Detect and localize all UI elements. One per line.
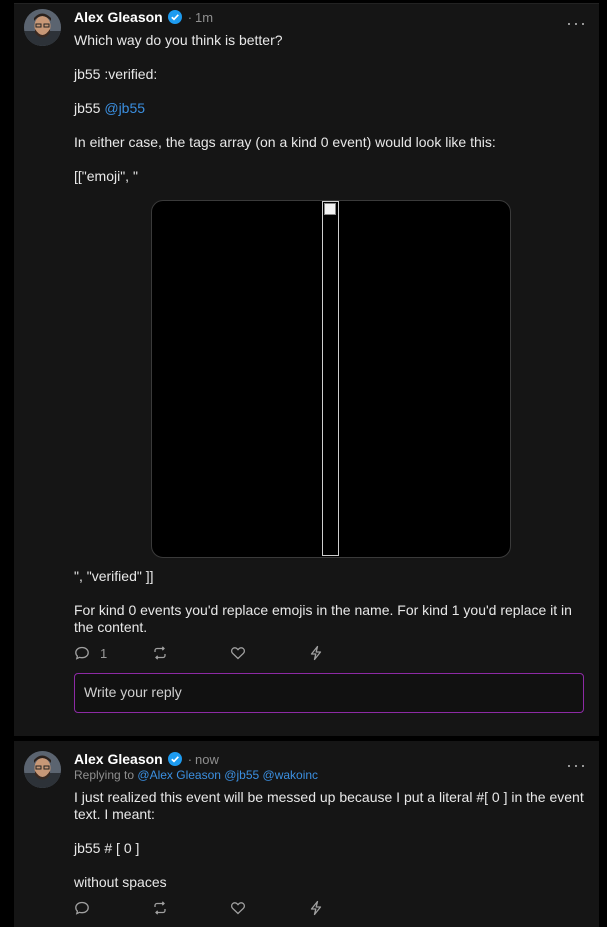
- post-time[interactable]: 1m: [195, 10, 213, 25]
- repost-button[interactable]: [152, 645, 230, 661]
- post-actions: [74, 899, 386, 917]
- media-embed[interactable]: [151, 200, 511, 558]
- text-prefix: jb55: [74, 100, 105, 116]
- repost-icon: [154, 901, 166, 915]
- post-text-line: jb55 @jb55: [74, 100, 584, 117]
- more-options-icon[interactable]: ···: [566, 14, 587, 32]
- post-header: Alex Gleason · 1m: [74, 7, 213, 27]
- replying-to: Replying to @Alex Gleason @jb55 @wakoinc: [74, 768, 318, 782]
- post-card: Alex Gleason · 1m ··· Which way do you t…: [14, 3, 599, 736]
- like-button[interactable]: [230, 645, 308, 661]
- avatar[interactable]: [24, 9, 61, 46]
- mention-link[interactable]: @Alex Gleason: [137, 768, 221, 782]
- mention-link[interactable]: @wakoinc: [263, 768, 319, 782]
- heart-icon: [230, 647, 246, 660]
- more-options-icon[interactable]: ···: [566, 756, 587, 774]
- author-name[interactable]: Alex Gleason: [74, 9, 163, 25]
- avatar-image: [24, 751, 61, 788]
- repost-button[interactable]: [152, 900, 230, 916]
- post-card: Alex Gleason · now ··· Replying to @Alex…: [14, 741, 599, 927]
- post-time[interactable]: now: [195, 752, 219, 767]
- separator-dot: ·: [187, 9, 193, 25]
- post-text-line: jb55 # [ 0 ]: [74, 840, 140, 856]
- reply-button[interactable]: [74, 900, 152, 916]
- heart-icon: [230, 902, 246, 915]
- broken-image-icon: [324, 203, 336, 215]
- avatar-image: [24, 9, 61, 46]
- post-actions: 1: [74, 644, 386, 662]
- post-text-line: [["emoji", ": [74, 168, 138, 184]
- repost-icon: [154, 646, 166, 660]
- mention-link[interactable]: @jb55: [224, 768, 259, 782]
- author-name[interactable]: Alex Gleason: [74, 751, 163, 767]
- separator-dot: ·: [187, 751, 193, 767]
- post-text-paragraph: I just realized this event will be messe…: [74, 789, 588, 822]
- replying-label: Replying to: [74, 768, 135, 782]
- post-text-line: ", "verified" ]]: [74, 568, 154, 584]
- post-text-paragraph: For kind 0 events you'd replace emojis i…: [74, 602, 576, 635]
- like-button[interactable]: [230, 900, 308, 916]
- lightning-icon: [310, 900, 322, 916]
- post-text-line: jb55 :verified:: [74, 66, 158, 82]
- lightning-icon: [310, 645, 322, 661]
- zap-button[interactable]: [308, 900, 386, 916]
- post-text-line: without spaces: [74, 874, 167, 890]
- reply-button[interactable]: 1: [74, 645, 152, 661]
- post-header: Alex Gleason · now: [74, 749, 219, 769]
- reply-input[interactable]: Write your reply: [74, 673, 584, 713]
- verified-badge-icon: [167, 10, 182, 24]
- zap-button[interactable]: [308, 645, 386, 661]
- post-text-line: In either case, the tags array (on a kin…: [74, 134, 496, 150]
- broken-image: [322, 201, 339, 556]
- verified-badge-icon: [167, 752, 182, 766]
- comment-icon: [75, 646, 89, 660]
- avatar[interactable]: [24, 751, 61, 788]
- mention-link[interactable]: @jb55: [104, 100, 145, 116]
- post-text-line: Which way do you think is better?: [74, 32, 283, 48]
- comment-icon: [75, 901, 89, 915]
- reply-count: 1: [100, 645, 108, 661]
